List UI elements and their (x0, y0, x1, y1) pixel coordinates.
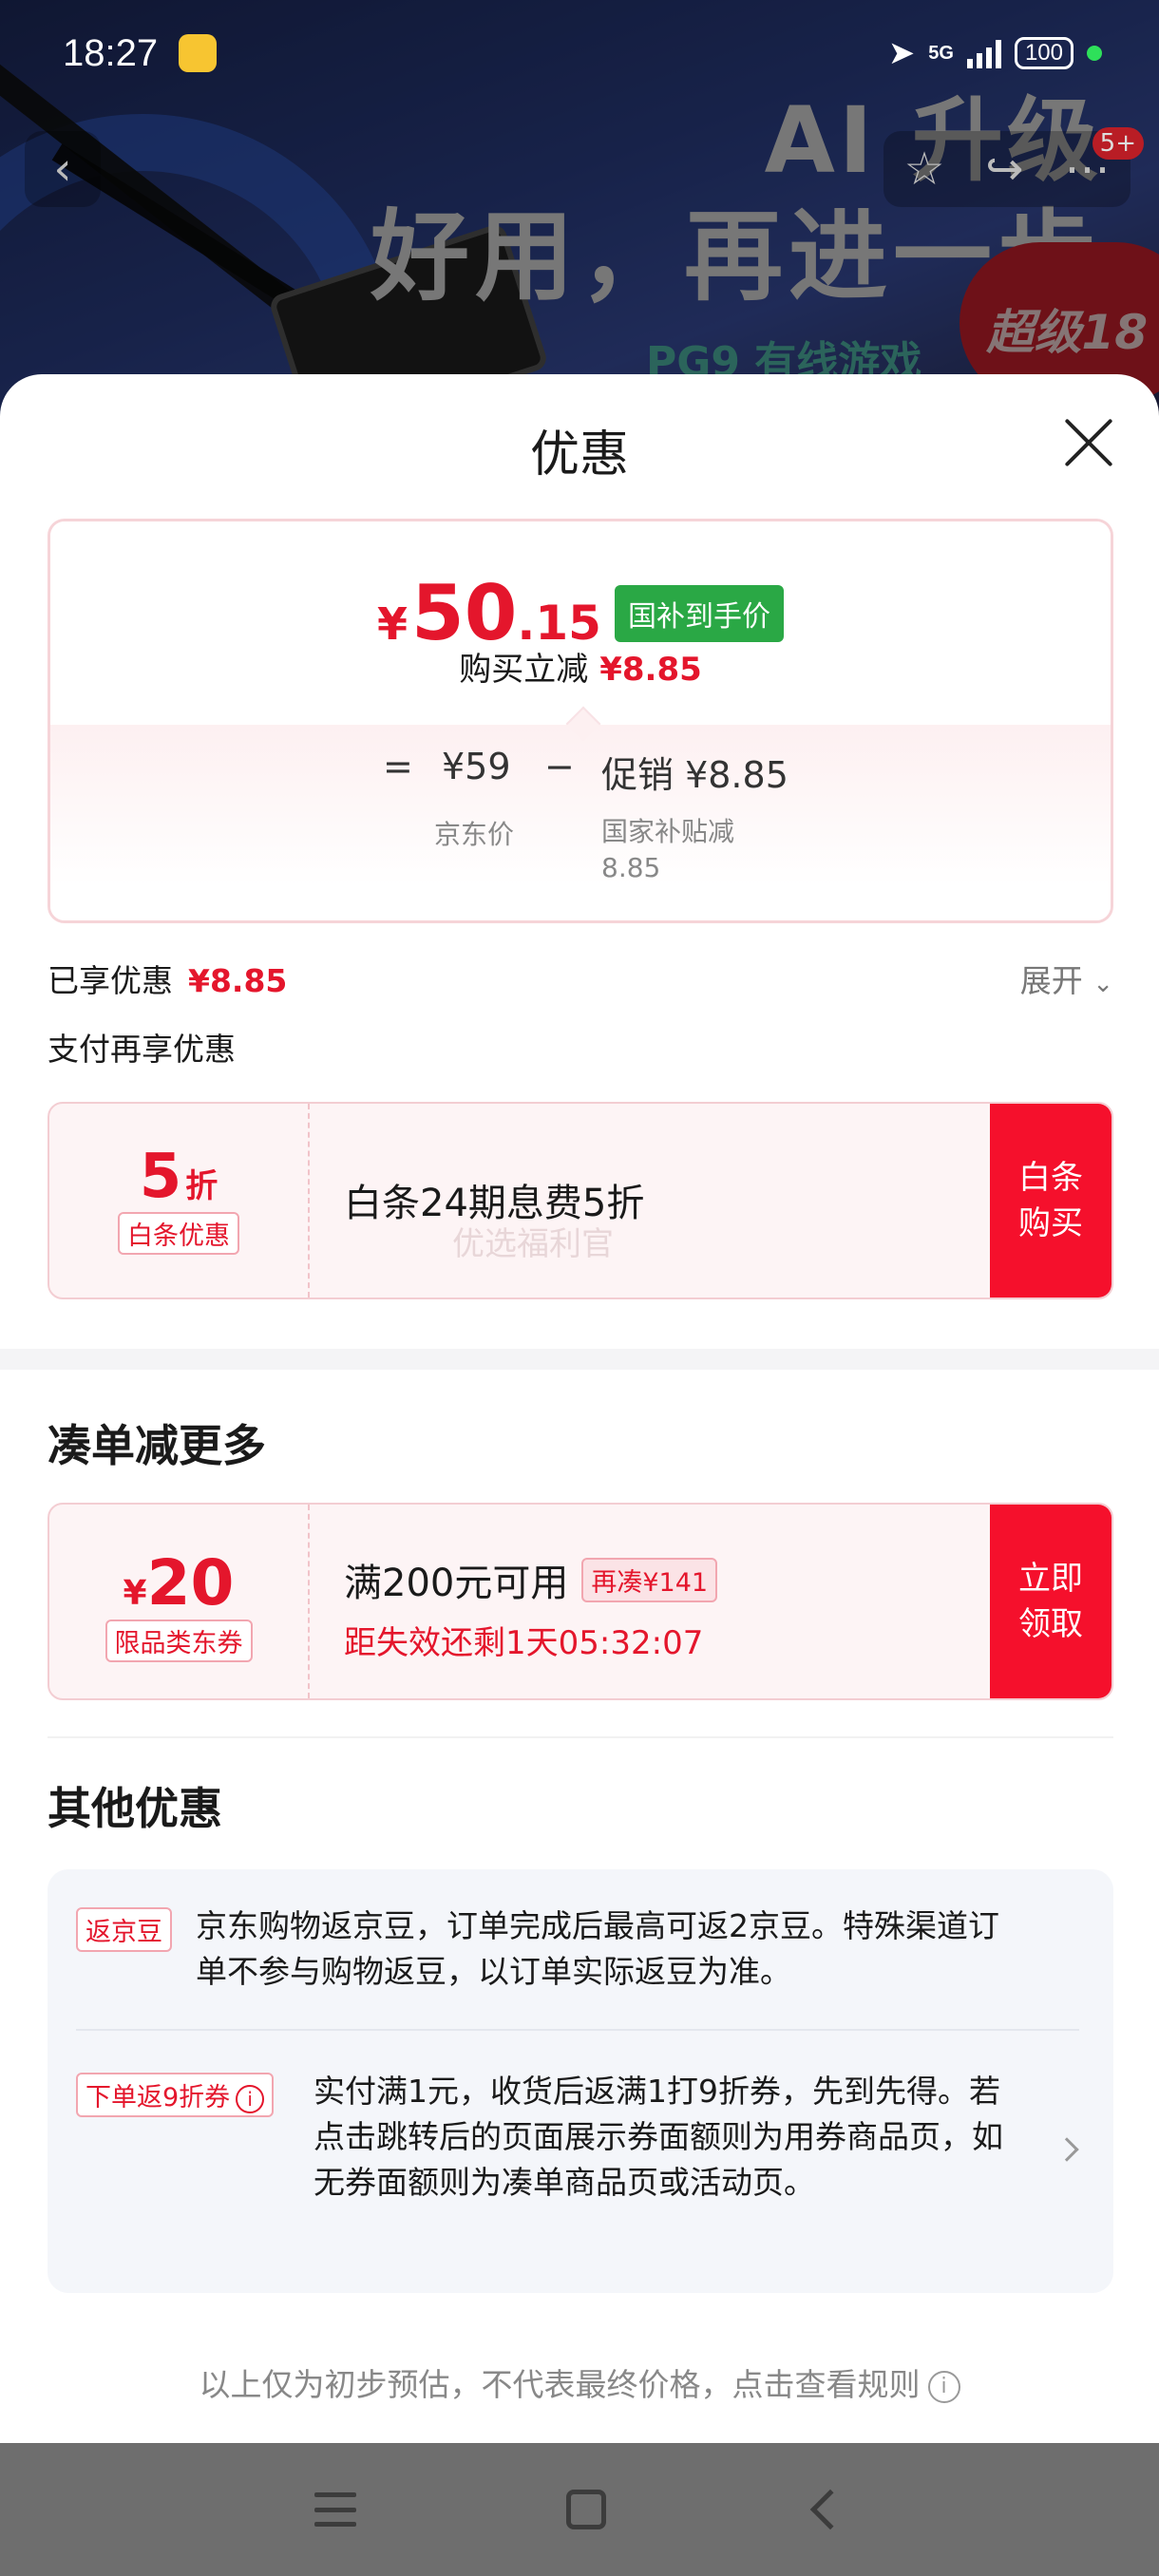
instant-reduction: 购买立减 ¥8.85 (50, 643, 1111, 690)
promo-amount: 促销 ¥8.85 (601, 754, 788, 796)
claim-coupon-label: 立即领取 (1018, 1560, 1083, 1643)
coupon-type-tag: 限品类东券 (104, 1619, 253, 1662)
expand-label: 展开 (1019, 962, 1083, 999)
discount-number: 5 (139, 1142, 182, 1212)
jd-coupon-value: ¥20 限品类东券 (49, 1505, 310, 1698)
price-formula-area (50, 725, 1111, 920)
baitiao-offer-card: 5折 白条优惠 白条24期息费5折 优选福利官 白条购买 (48, 1102, 1113, 1299)
system-back-icon[interactable] (810, 2489, 851, 2530)
location-icon: ➤ (887, 34, 916, 72)
section-divider (0, 1349, 1159, 1370)
notification-badge: 5+ (1092, 127, 1144, 160)
return-coupon-tag: 下单返9折券 i (76, 2073, 275, 2117)
battery-icon: 100 (1014, 37, 1074, 69)
discount-unit: 折 (185, 1167, 218, 1205)
close-icon[interactable] (1060, 414, 1117, 471)
jd-price: ¥59 (442, 746, 511, 787)
equals-sign: = (383, 746, 413, 787)
jd-coupon-card: ¥20 限品类东券 满200元可用 再凑¥141 距失效还剩1天05:32:07… (48, 1503, 1113, 1700)
divider (76, 2029, 1079, 2031)
app-notification-icon (179, 34, 217, 72)
chevron-right-icon[interactable] (1054, 2137, 1079, 2162)
favorite-star-icon[interactable]: ☆ (903, 142, 944, 196)
info-icon: i (927, 2370, 960, 2403)
price-summary: ¥ 50 .15 国补到手价 购买立减 ¥8.85 (50, 521, 1111, 725)
watermark: 优选福利官 (452, 1225, 614, 1263)
payment-offers-label: 支付再享优惠 (48, 1031, 236, 1068)
recent-apps-icon[interactable] (314, 2492, 356, 2527)
baitiao-offer-body: 白条24期息费5折 优选福利官 (310, 1104, 994, 1297)
enjoyed-label: 已享优惠 (48, 962, 173, 999)
reduction-label: 购买立减 (459, 651, 589, 689)
claim-coupon-button[interactable]: 立即领取 (990, 1505, 1112, 1698)
price-type-badge: 国补到手价 (614, 584, 784, 642)
status-icons: ➤ 5G 100 (888, 34, 1102, 72)
status-bar: 18:27 ➤ 5G 100 (0, 0, 1159, 109)
disclaimer[interactable]: 以上仅为初步预估，不代表最终价格，点击查看规则 i (0, 2359, 1159, 2405)
section-title-other: 其他优惠 (48, 1783, 222, 1834)
baitiao-discount: 5折 (49, 1142, 308, 1212)
expand-button[interactable]: 展开 ⌄ (1020, 956, 1113, 1001)
back-button[interactable]: ‹ (25, 131, 101, 207)
baitiao-offer-value: 5折 白条优惠 (49, 1104, 310, 1297)
privacy-indicator-icon (1087, 46, 1102, 61)
currency-symbol: ¥ (123, 1574, 147, 1613)
promo-label: 国家补贴减8.85 (601, 816, 735, 883)
return-coupon-tag-label: 下单返9折券 (86, 2083, 231, 2112)
enjoyed-value: ¥8.85 (188, 962, 288, 999)
jd-price-label: 京东价 (434, 819, 515, 850)
status-time: 18:27 (63, 32, 159, 74)
discount-sheet: 优惠 ¥ 50 .15 国补到手价 购买立减 ¥8.85 = ¥59 − 促销 ¥… (0, 374, 1159, 2443)
baitiao-tag: 白条优惠 (118, 1212, 239, 1255)
sheet-title: 优惠 (529, 426, 629, 483)
other-offers-box: 返京豆 京东购物返京豆，订单完成后最高可返2京豆。特殊渠道订单不参与购物返豆，以… (48, 1869, 1113, 2293)
minus-sign: − (544, 746, 575, 787)
enjoyed-discount: 已享优惠 ¥8.85 (48, 956, 287, 1001)
signal-icon (966, 38, 1001, 68)
info-icon[interactable]: i (236, 2084, 265, 2113)
currency-symbol: ¥ (377, 598, 408, 650)
coupon-amount: ¥20 (49, 1546, 308, 1619)
disclaimer-text: 以上仅为初步预估，不代表最终价格，点击查看规则 (199, 2366, 921, 2403)
price-breakdown-card: ¥ 50 .15 国补到手价 购买立减 ¥8.85 = ¥59 − 促销 ¥8.8… (48, 519, 1113, 923)
jingdou-text: 京东购物返京豆，订单完成后最高可返2京豆。特殊渠道订单不参与购物返豆，以订单实际… (196, 1907, 999, 1990)
jd-coupon-body: 满200元可用 再凑¥141 距失效还剩1天05:32:07 (310, 1505, 994, 1698)
network-type: 5G (928, 42, 954, 64)
chevron-left-icon: ‹ (53, 142, 72, 196)
reduction-value: ¥8.85 (599, 651, 702, 689)
section-title-bundle: 凑单减更多 (48, 1420, 266, 1471)
coupon-amount-number: 20 (146, 1546, 235, 1619)
jingdou-tag: 返京豆 (76, 1907, 172, 1952)
share-icon[interactable]: ↪ (985, 142, 1023, 196)
add-more-tag: 再凑¥141 (581, 1557, 718, 1602)
baitiao-buy-button[interactable]: 白条购买 (990, 1104, 1112, 1297)
divider (48, 1736, 1113, 1738)
chevron-down-icon: ⌄ (1092, 970, 1113, 998)
coupon-condition-text: 满200元可用 (344, 1562, 569, 1605)
baitiao-buy-label: 白条购买 (1018, 1159, 1083, 1242)
home-icon[interactable] (565, 2490, 606, 2529)
coupon-countdown: 距失效还剩1天05:32:07 (344, 1624, 704, 1662)
return-coupon-text: 实付满1元，收货后返满1打9折券，先到先得。若点击跳转后的页面展示券面额则为用券… (314, 2073, 1003, 2201)
system-navigation-bar (0, 2443, 1159, 2576)
coupon-condition: 满200元可用 再凑¥141 (344, 1552, 718, 1607)
